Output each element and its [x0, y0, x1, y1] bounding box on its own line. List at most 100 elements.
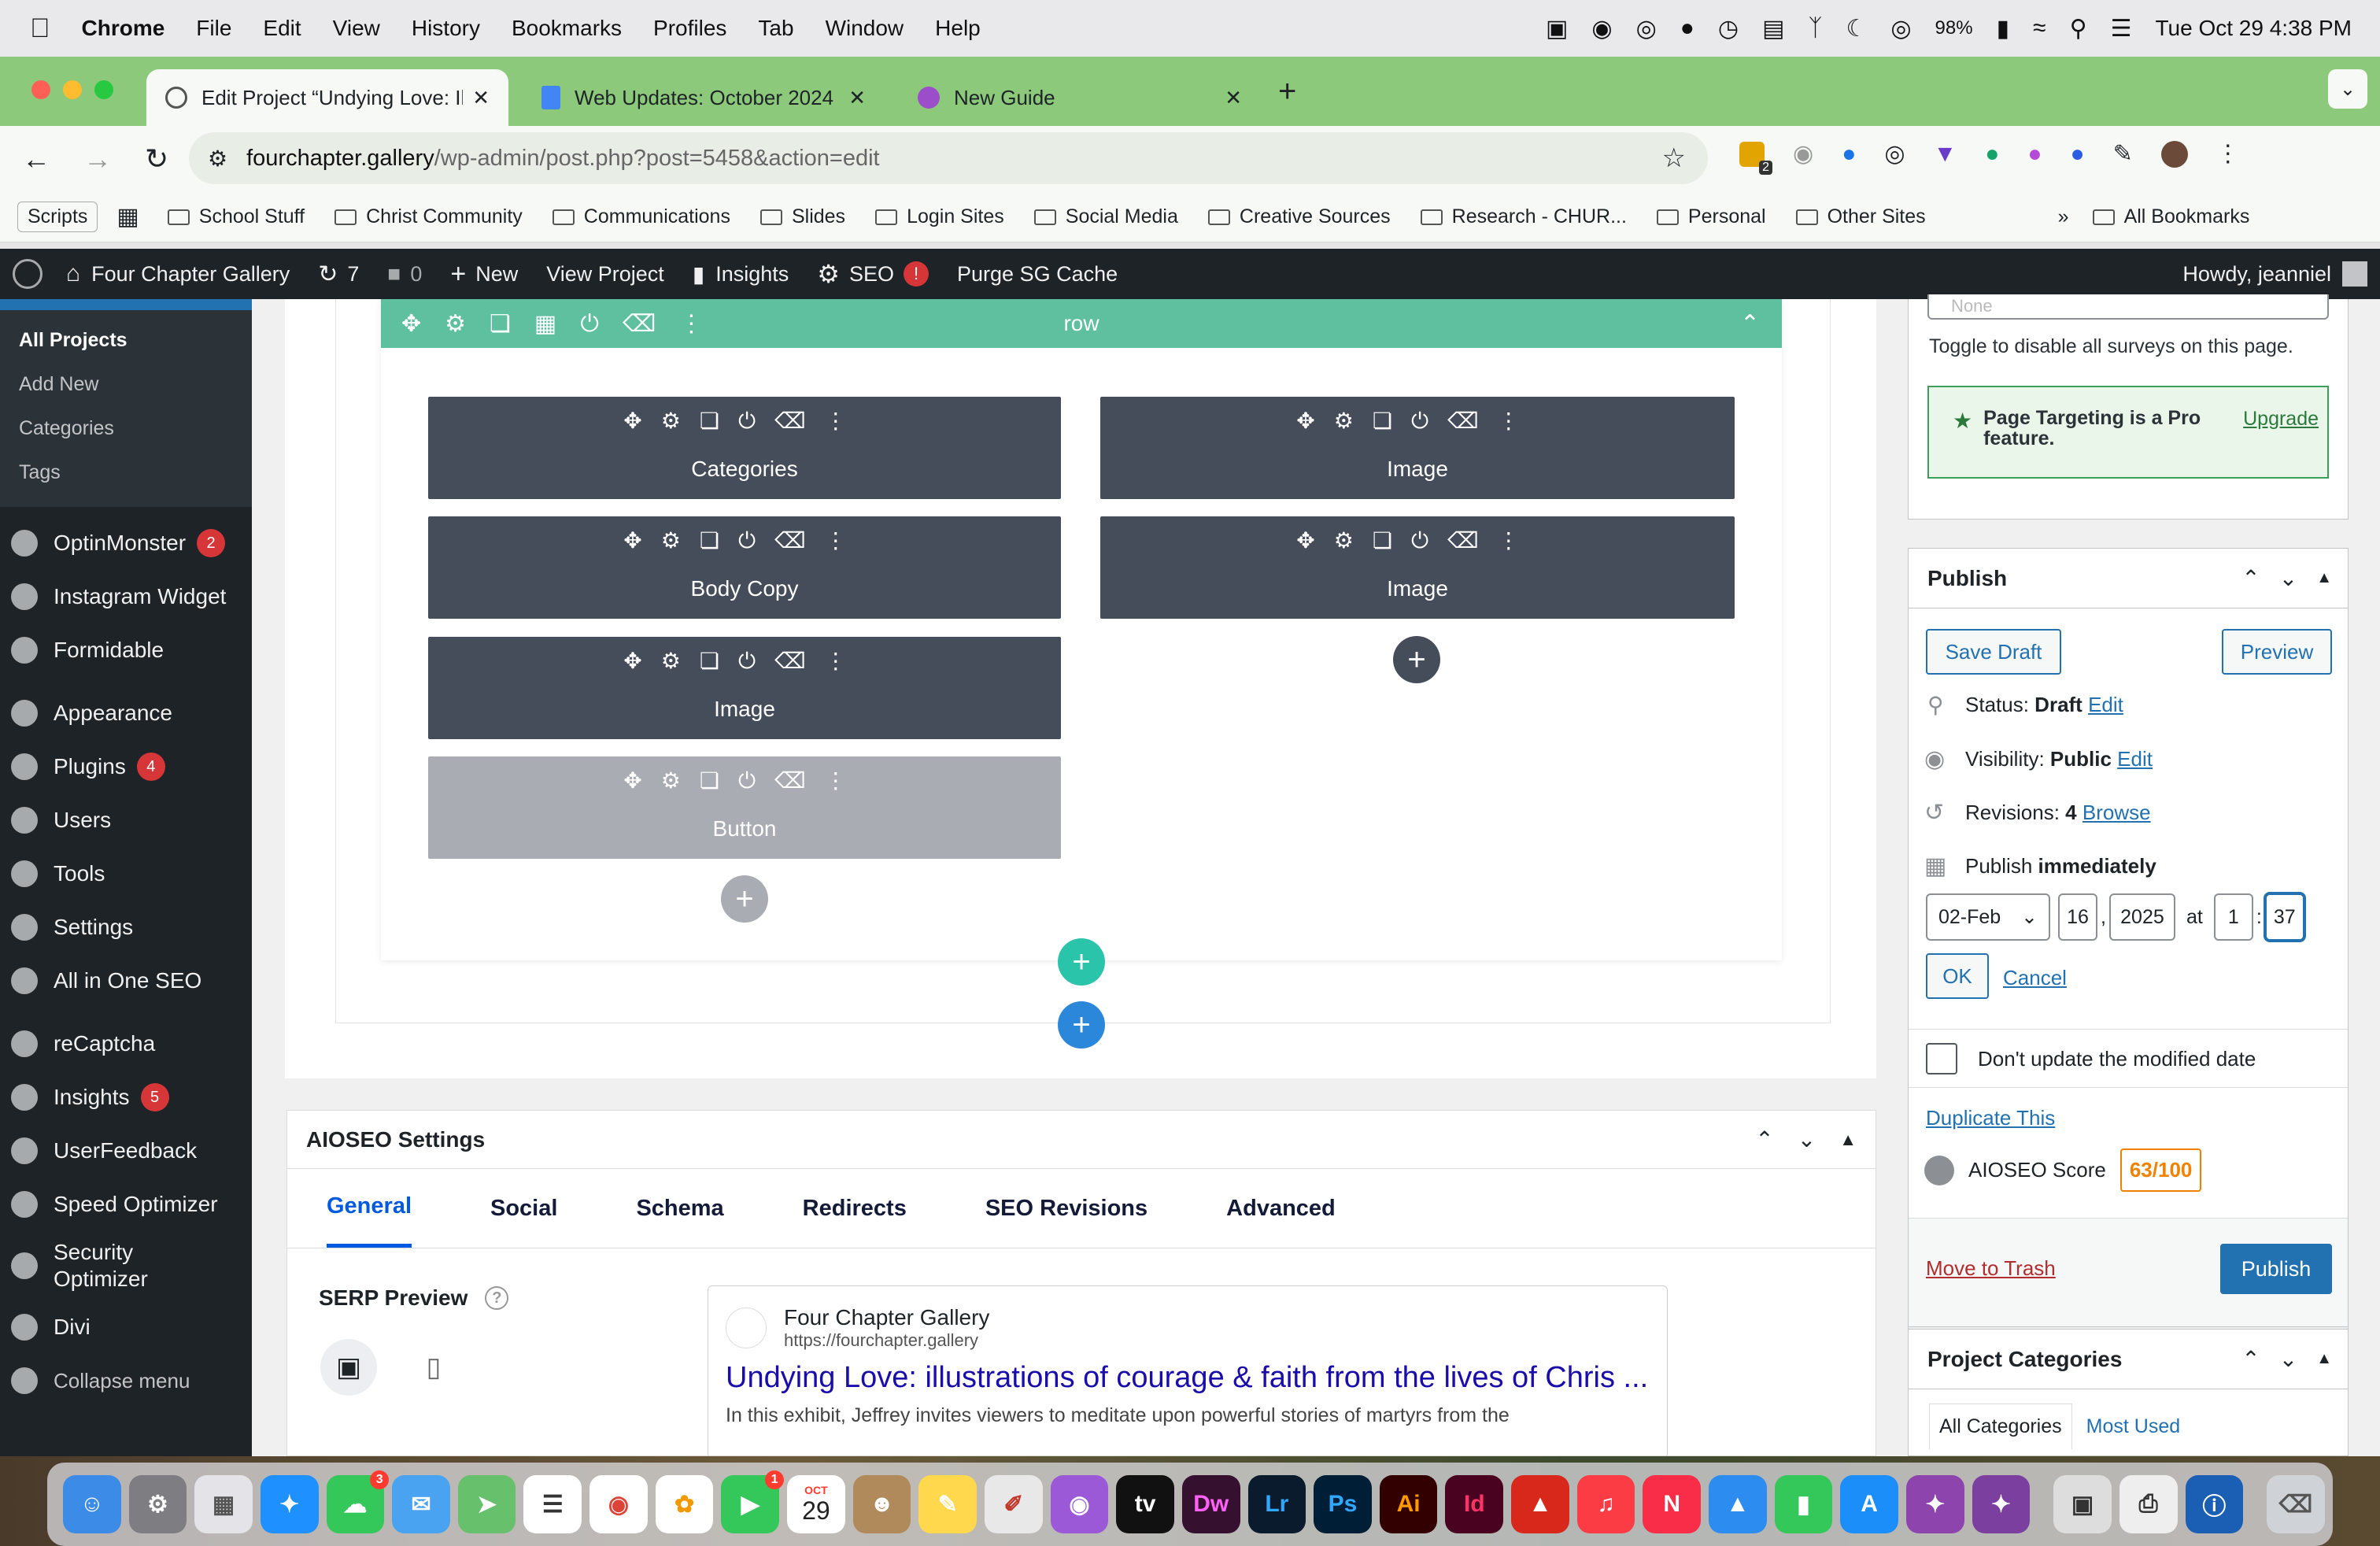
module-tools-icons[interactable]: ✥⚙❏⏻⌫⋮	[428, 408, 1061, 435]
menu-tab[interactable]: Tab	[758, 16, 793, 41]
calendar-icon[interactable]: OCT 29	[787, 1475, 845, 1533]
bookmark-folder[interactable]: Login Sites	[875, 205, 1004, 228]
new-tab-icon[interactable]: +	[1278, 74, 1296, 109]
sidebar-item-security-optimizer[interactable]: Security Optimizer	[0, 1231, 252, 1300]
site-name-link[interactable]: ⌂ Four Chapter Gallery	[66, 261, 290, 287]
bluetooth-icon[interactable]: ᛉ	[1808, 15, 1822, 42]
bookmark-folder[interactable]: Christ Community	[334, 205, 523, 228]
spotlight-icon[interactable]: ⚲	[2070, 15, 2087, 43]
business-app-icon[interactable]: ✦	[1972, 1475, 2031, 1533]
module-image[interactable]: ✥⚙❏⏻⌫⋮ Image	[1100, 397, 1735, 499]
preview-icon[interactable]: ▣	[2053, 1475, 2112, 1533]
survey-select[interactable]: None	[1927, 294, 2329, 320]
tab-search-icon[interactable]: ⌄	[2328, 69, 2367, 109]
menu-window[interactable]: Window	[826, 16, 904, 41]
submenu-categories[interactable]: Categories	[0, 406, 252, 450]
move-to-trash-link[interactable]: Move to Trash	[1926, 1256, 2056, 1281]
submenu-add-new[interactable]: Add New	[0, 362, 252, 406]
module-tools-icons[interactable]: ✥⚙❏⏻⌫⋮	[428, 767, 1061, 794]
status-icon[interactable]: ◉	[1591, 15, 1612, 43]
add-module-button[interactable]: +	[1393, 636, 1440, 683]
duplicate-link[interactable]: Duplicate This	[1926, 1106, 2055, 1130]
status-icon[interactable]: ◎	[1636, 15, 1657, 43]
chrome-icon[interactable]: ◉	[589, 1475, 648, 1533]
all-bookmarks[interactable]: All Bookmarks	[2092, 205, 2249, 228]
move-down-icon[interactable]: ⌄	[1798, 1126, 1816, 1152]
bookmark-star-icon[interactable]: ☆	[1662, 142, 1686, 174]
add-module-button[interactable]: +	[721, 875, 768, 923]
extension-icon[interactable]: ▼	[1934, 141, 1957, 168]
add-row-button[interactable]: +	[1058, 938, 1105, 986]
move-up-icon[interactable]: ⌃	[1755, 1126, 1773, 1152]
browse-revisions-link[interactable]: Browse	[2082, 801, 2151, 825]
tab-schema[interactable]: Schema	[636, 1169, 723, 1248]
collapse-panel-icon[interactable]: ▲	[1839, 1130, 1857, 1150]
dreamweaver-icon[interactable]: Dw	[1181, 1475, 1240, 1533]
day-input[interactable]: 16	[2058, 893, 2097, 941]
tab-seo-revisions[interactable]: SEO Revisions	[985, 1169, 1148, 1248]
bookmark-folder[interactable]: School Stuff	[167, 205, 305, 228]
edit-status-link[interactable]: Edit	[2088, 693, 2123, 717]
reload-icon[interactable]: ↻	[145, 142, 168, 176]
tab-most-used[interactable]: Most Used	[2072, 1404, 2194, 1449]
address-bar[interactable]: ⚙ fourchapter.gallery/wp-admin/post.php?…	[189, 132, 1708, 184]
ok-button[interactable]: OK	[1926, 953, 1989, 999]
trash-icon[interactable]: ⌫	[2267, 1475, 2325, 1533]
numbers-icon[interactable]: ▮	[1774, 1475, 1833, 1533]
menu-bookmarks[interactable]: Bookmarks	[512, 16, 622, 41]
extension-icon[interactable]: ◎	[1884, 140, 1905, 168]
close-window-button[interactable]	[31, 80, 50, 99]
onepassword-icon[interactable]: ⓘ	[2185, 1475, 2244, 1533]
tab-social[interactable]: Social	[490, 1169, 557, 1248]
close-tab-icon[interactable]: ✕	[848, 86, 866, 110]
module-image[interactable]: ✥⚙❏⏻⌫⋮ Image	[1100, 516, 1735, 619]
row-tools-icons[interactable]: ✥⚙❏▦⏻⌫⋮	[401, 310, 726, 338]
contacts-icon[interactable]: ☻	[852, 1475, 911, 1533]
help-icon[interactable]: ?	[485, 1286, 509, 1310]
sidebar-item-optinmonster[interactable]: OptinMonster 2	[0, 516, 252, 570]
mobile-preview-icon[interactable]: ▯	[405, 1339, 462, 1396]
bookmark-folder[interactable]: Slides	[759, 205, 845, 228]
sidebar-item-formidable[interactable]: Formidable	[0, 623, 252, 677]
bookmark-folder[interactable]: Communications	[552, 205, 730, 228]
apple-icon[interactable]: 	[30, 13, 50, 44]
sidebar-item-tools[interactable]: Tools	[0, 847, 252, 901]
more-bookmarks-icon[interactable]: »	[2058, 205, 2069, 228]
menu-profiles[interactable]: Profiles	[653, 16, 726, 41]
module-tools-icons[interactable]: ✥⚙❏⏻⌫⋮	[428, 648, 1061, 675]
wordpress-logo-icon[interactable]	[13, 259, 42, 289]
sidecar-icon[interactable]: ▤	[1762, 15, 1784, 43]
dont-update-checkbox[interactable]	[1926, 1043, 1957, 1074]
year-input[interactable]: 2025	[2108, 893, 2175, 941]
updates-link[interactable]: ↻ 7	[318, 261, 359, 288]
edit-visibility-link[interactable]: Edit	[2117, 747, 2153, 771]
tab-advanced[interactable]: Advanced	[1226, 1169, 1336, 1248]
sidebar-item-speed-optimizer[interactable]: Speed Optimizer	[0, 1178, 252, 1231]
bookmark-folder[interactable]: Personal	[1656, 205, 1766, 228]
puzzle-icon[interactable]: ✎	[2113, 140, 2133, 168]
extension-icon[interactable]: ●	[1842, 141, 1856, 168]
submenu-all-projects[interactable]: All Projects	[0, 318, 252, 362]
module-image[interactable]: ✥⚙❏⏻⌫⋮ Image	[428, 637, 1061, 739]
podcasts-icon[interactable]: ◉	[1050, 1475, 1109, 1533]
apple-tv-icon[interactable]: tv	[1116, 1475, 1174, 1533]
menu-view[interactable]: View	[333, 16, 380, 41]
collapse-row-icon[interactable]: ⌃	[1740, 310, 1760, 338]
time-machine-icon[interactable]: ◷	[1718, 15, 1739, 43]
notes-icon[interactable]: ✎	[918, 1475, 977, 1533]
sidebar-item-divi[interactable]: Divi	[0, 1300, 252, 1354]
collapse-panel-icon[interactable]: ▲	[2316, 1350, 2332, 1368]
purge-cache-link[interactable]: Purge SG Cache	[957, 262, 1118, 287]
grammarly-icon[interactable]: ●	[1680, 15, 1694, 42]
module-tools-icons[interactable]: ✥⚙❏⏻⌫⋮	[428, 527, 1061, 554]
menu-help[interactable]: Help	[935, 16, 981, 41]
month-select[interactable]: 02-Feb ⌄	[1926, 893, 2050, 941]
photoshop-icon[interactable]: Ps	[1314, 1475, 1372, 1533]
account-menu[interactable]: Howdy, jeanniel	[2182, 261, 2367, 287]
sidebar-item-all-in-one-seo[interactable]: All in One SEO	[0, 954, 252, 1008]
acrobat-icon[interactable]: ▲	[1511, 1475, 1569, 1533]
sidebar-item-recaptcha[interactable]: reCaptcha	[0, 1017, 252, 1071]
sidebar-item-userfeedback[interactable]: UserFeedback	[0, 1124, 252, 1178]
menu-file[interactable]: File	[196, 16, 231, 41]
system-settings-icon[interactable]: ⚙	[128, 1475, 187, 1533]
